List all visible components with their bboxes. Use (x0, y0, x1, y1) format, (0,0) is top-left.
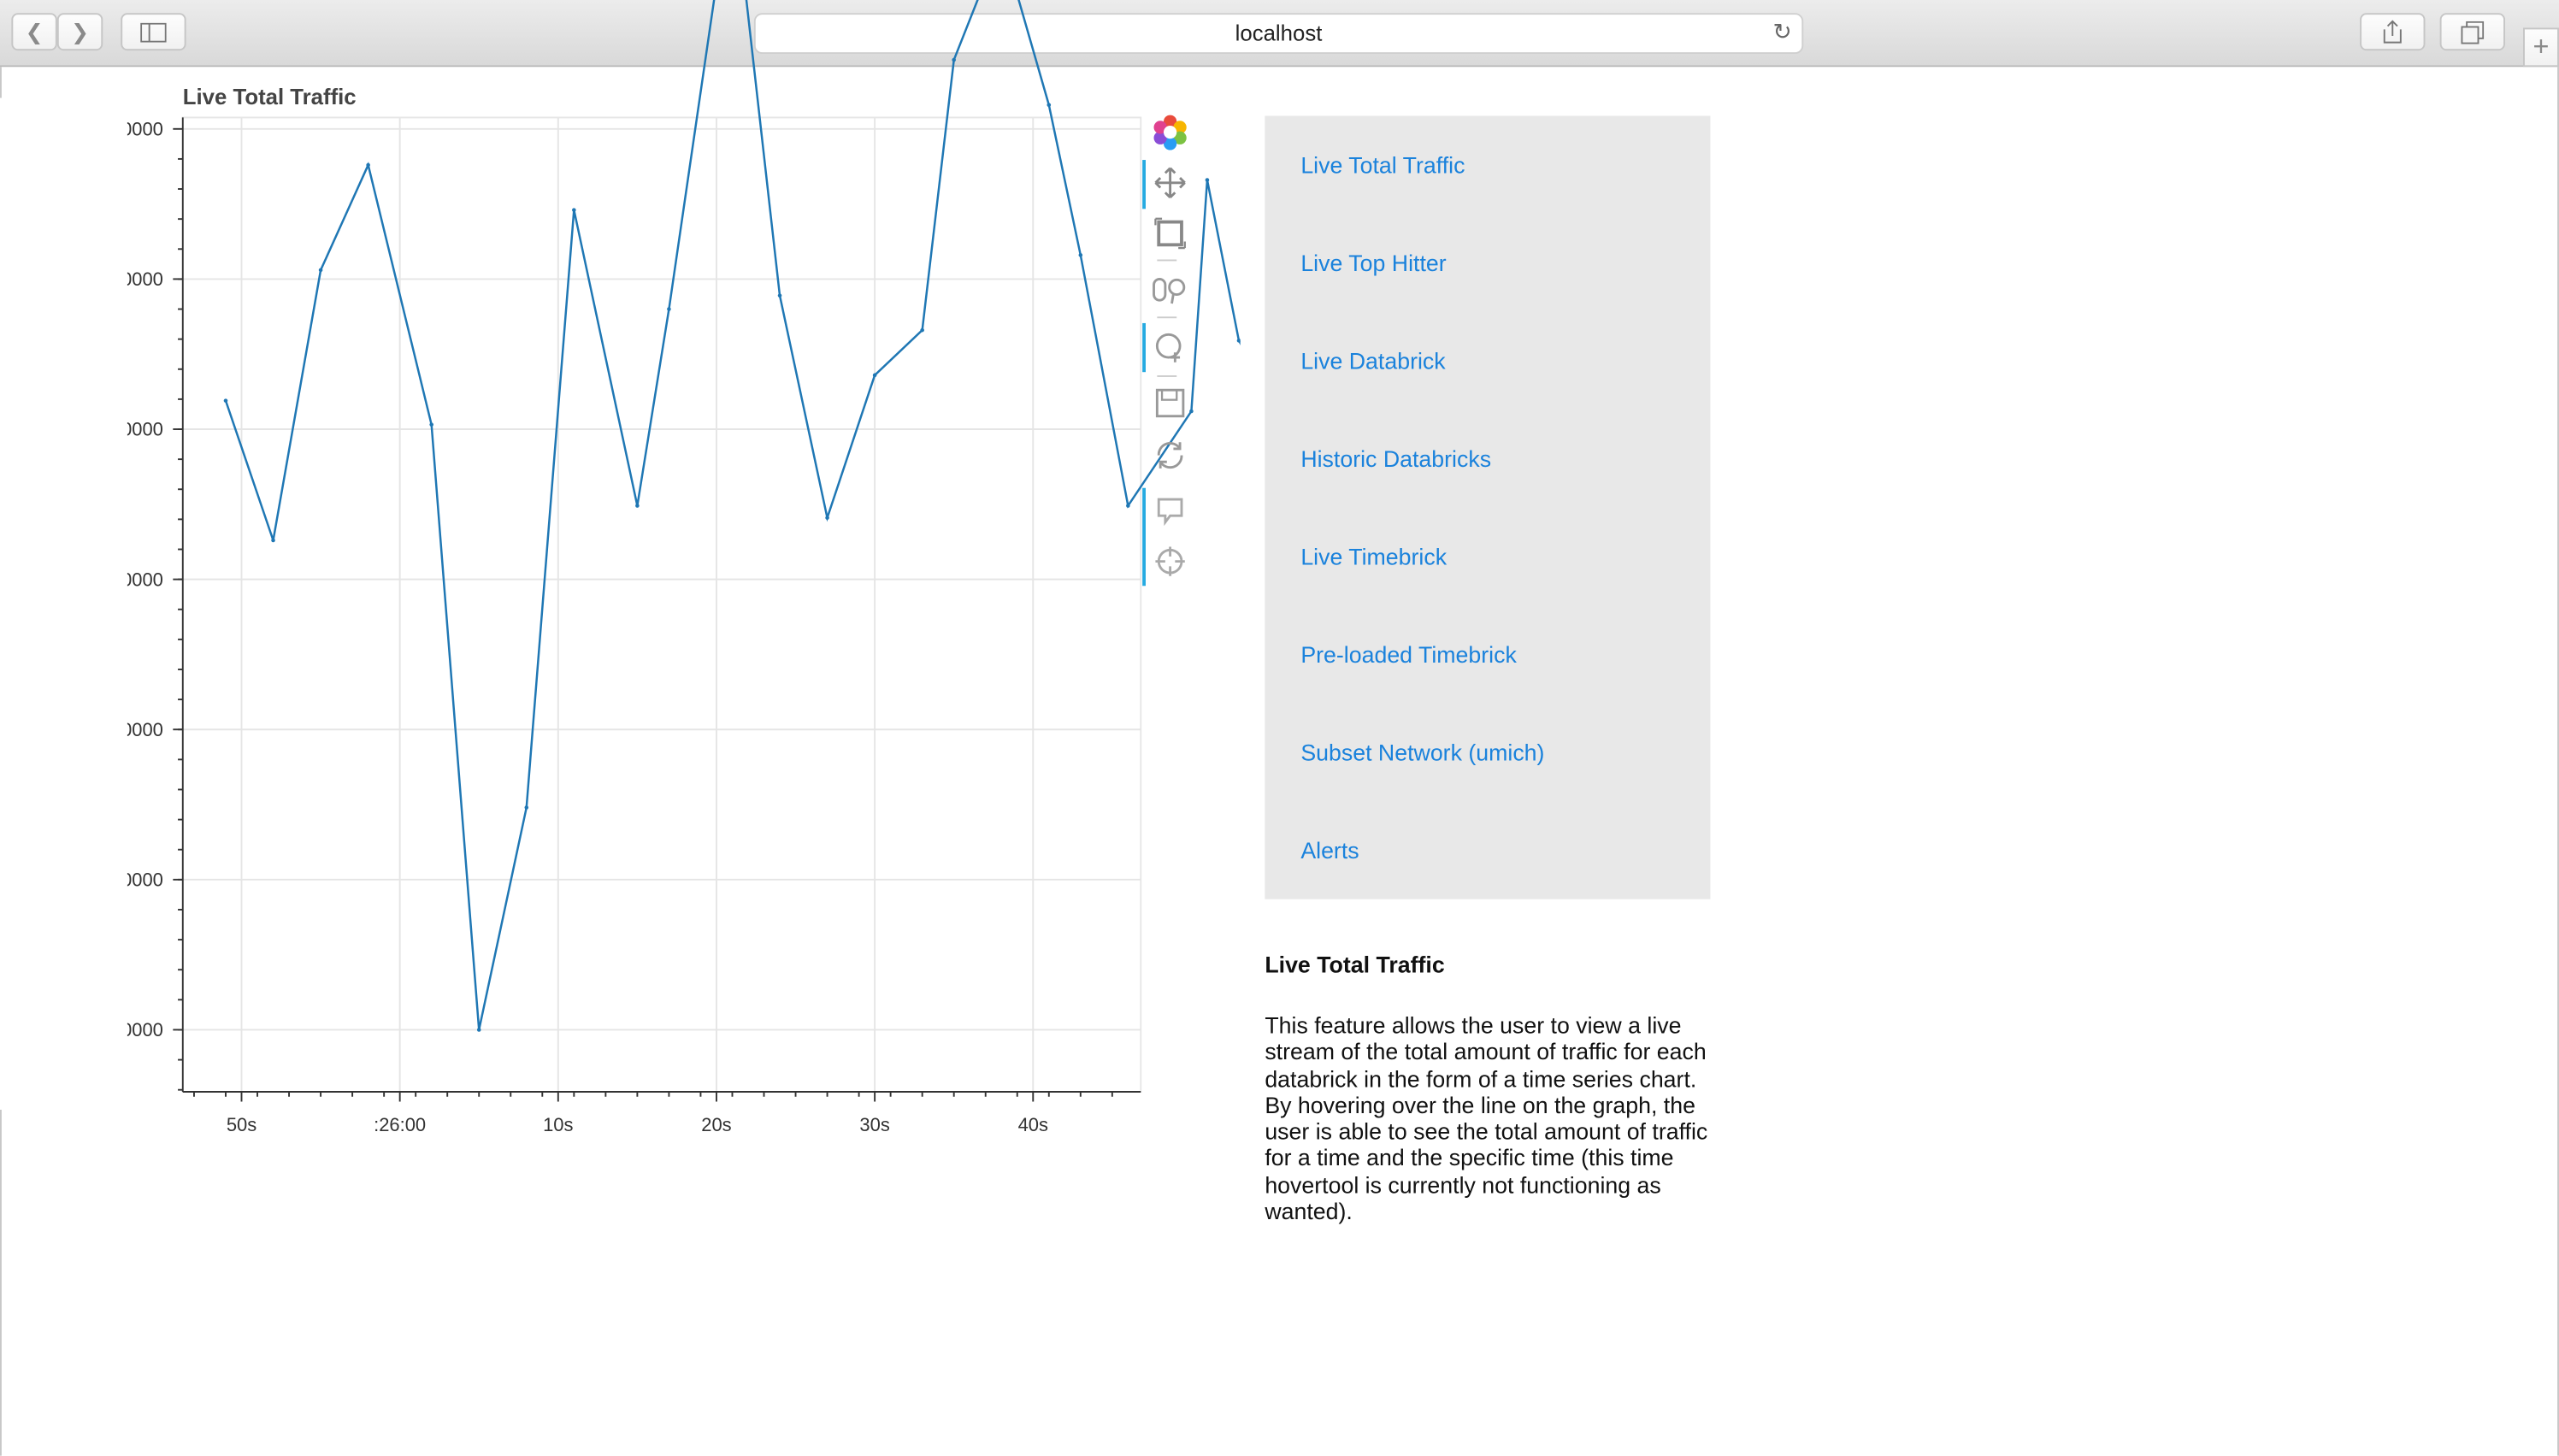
data-point (1205, 178, 1210, 182)
x-tick-label: 40s (1018, 1114, 1048, 1135)
box-zoom-tool[interactable] (1151, 215, 1190, 251)
data-point (777, 293, 782, 298)
data-point (223, 398, 228, 403)
data-point (1047, 103, 1052, 108)
screen: ❮ ❯ localhost ↻ + Live Total Traffic 50s… (0, 0, 2559, 1456)
data-point (572, 208, 576, 212)
nav-link-subset-network[interactable]: Subset Network (umich) (1300, 740, 1544, 766)
description-text: This feature allows the user to view a l… (1265, 1011, 1708, 1224)
data-point (524, 805, 529, 810)
data-point (366, 162, 370, 168)
bokeh-logo[interactable] (1151, 115, 1190, 150)
reset-icon (1157, 442, 1183, 469)
traffic-chart[interactable]: 50s :26:00 10s 20s 30s 40s 0000 0000 0000 0000 000… (0, 0, 1241, 1175)
x-tick-label: 30s (859, 1114, 889, 1135)
data-point (952, 57, 956, 62)
y-tick-label: 0000 (121, 719, 163, 740)
data-point (920, 327, 924, 333)
data-point (476, 1028, 481, 1032)
nav-link-preloaded-timebrick[interactable]: Pre-loaded Timebrick (1300, 641, 1516, 668)
data-point (429, 422, 433, 427)
data-point (1078, 253, 1083, 257)
y-tick-label: 0000 (121, 569, 163, 590)
tool-separator (1157, 375, 1177, 377)
data-point (1189, 409, 1194, 414)
save-icon (1155, 388, 1185, 418)
data-point (825, 516, 829, 520)
hover-icon (1157, 498, 1183, 527)
bokeh-logo-icon (1153, 115, 1187, 150)
box-zoom-icon (1154, 217, 1186, 250)
nav-panel: Live Total Traffic Live Top Hitter Live … (1265, 115, 1711, 899)
x-tick-label: 50s (227, 1114, 256, 1135)
tool-separator (1157, 316, 1177, 319)
inspect-active-indicator (1142, 487, 1146, 587)
nav-link-live-top-hitter[interactable]: Live Top Hitter (1300, 250, 1446, 276)
share-button[interactable] (2360, 13, 2426, 51)
plus-icon: + (2532, 31, 2550, 62)
nav-link-live-timebrick[interactable]: Live Timebrick (1300, 544, 1447, 570)
reload-icon[interactable]: ↻ (1772, 18, 1791, 45)
x-tick-label: 20s (701, 1114, 731, 1135)
plot-area (181, 116, 1142, 1093)
nav-link-historic-databricks[interactable]: Historic Databricks (1300, 445, 1491, 472)
crosshair-icon (1155, 546, 1185, 576)
share-icon (2383, 20, 2402, 44)
nav-link-alerts[interactable]: Alerts (1300, 837, 1359, 864)
zoom-in-tool[interactable] (1151, 330, 1190, 366)
nav-link-live-total-traffic[interactable]: Live Total Traffic (1300, 152, 1465, 179)
description-title: Live Total Traffic (1265, 951, 1445, 978)
x-tick-label: 10s (543, 1114, 573, 1135)
data-point (1126, 504, 1130, 508)
new-tab-button[interactable]: + (2523, 27, 2559, 68)
save-tool[interactable] (1151, 385, 1190, 421)
hover-tool[interactable] (1151, 492, 1190, 528)
zoom-in-icon (1155, 333, 1182, 363)
nav-link-live-databrick[interactable]: Live Databrick (1300, 348, 1445, 374)
wheel-zoom-tool[interactable] (1151, 273, 1190, 309)
tool-separator (1157, 259, 1177, 262)
tabs-button[interactable] (2439, 13, 2506, 51)
y-tick-label: 0000 (121, 869, 163, 890)
tabs-icon (2461, 20, 2485, 44)
y-tick-label: 0000 (121, 118, 163, 139)
y-tick-label: 0000 (121, 419, 163, 440)
y-tick-label: 0000 (121, 268, 163, 290)
data-point (1236, 339, 1241, 343)
data-point (667, 307, 671, 311)
y-tick-label: 0000 (121, 1019, 163, 1040)
crosshair-tool[interactable] (1151, 544, 1190, 580)
pan-icon (1154, 167, 1186, 198)
wheel-zoom-icon (1153, 277, 1186, 304)
data-point (318, 268, 323, 273)
pan-tool[interactable] (1151, 165, 1190, 201)
data-point (635, 504, 640, 508)
data-point (271, 538, 275, 543)
x-tick-label: :26:00 (374, 1114, 426, 1135)
zoom-active-indicator (1142, 322, 1146, 373)
left-crop-mask (0, 97, 127, 1110)
reset-tool[interactable] (1151, 438, 1190, 474)
pan-active-indicator (1142, 160, 1146, 209)
data-point (872, 373, 877, 378)
